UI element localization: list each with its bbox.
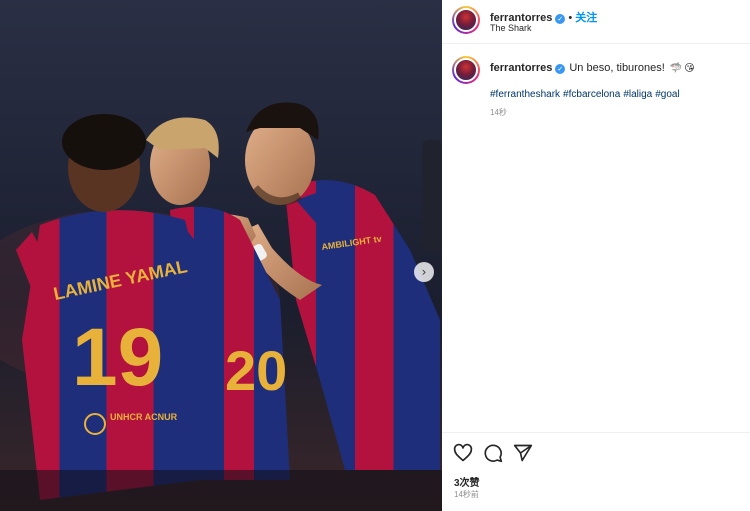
hashtag-link[interactable]: #goal xyxy=(655,89,679,100)
jersey-number-left: 19 xyxy=(72,312,163,403)
photo-illustration: AMBILIGHT tv 20 LAMINE YAMAL 19 UNHCR AC… xyxy=(0,0,442,511)
hashtag-link[interactable]: #fcbarcelona xyxy=(563,89,620,100)
caption-avatar[interactable] xyxy=(452,56,480,84)
next-photo-button[interactable]: › xyxy=(414,262,434,282)
hashtag-link[interactable]: #laliga xyxy=(623,89,652,100)
separator-dot: • xyxy=(568,12,573,24)
heart-icon[interactable] xyxy=(453,443,473,463)
post-photo: AMBILIGHT tv 20 LAMINE YAMAL 19 UNHCR AC… xyxy=(0,0,442,511)
hashtag-list: #ferrantheshark #fcbarcelona #laliga #goal xyxy=(490,89,683,100)
follow-button[interactable]: 关注 xyxy=(575,12,597,24)
jersey-number-mid: 20 xyxy=(225,339,287,402)
hashtag-link[interactable]: #ferrantheshark xyxy=(490,89,560,100)
verified-badge-icon: ✓ xyxy=(555,14,566,24)
post-actions: 3次赞 14秒前 xyxy=(442,432,750,511)
like-count[interactable]: 3次赞 xyxy=(454,474,480,489)
location-label[interactable]: The Shark xyxy=(490,23,532,33)
post-header: ferrantorres ✓ • 关注 The Shark xyxy=(442,0,750,44)
share-icon[interactable] xyxy=(513,443,533,463)
post-timestamp: 14秒前 xyxy=(454,490,479,499)
caption-text: Un beso, tiburones! xyxy=(569,62,665,74)
caption-username[interactable]: ferrantorres xyxy=(490,62,552,74)
verified-badge-icon: ✓ xyxy=(555,64,566,74)
sponsor-text: UNHCR ACNUR xyxy=(110,412,178,422)
post-side-panel: ferrantorres ✓ • 关注 The Shark ferrantorres ✓… xyxy=(442,0,750,511)
shark-emoji-icon: 🦈 xyxy=(669,63,683,74)
avatar[interactable] xyxy=(452,6,480,34)
kiss-face-emoji-icon: 😘 xyxy=(684,63,695,74)
comment-timestamp: 14秒 xyxy=(490,108,507,117)
comment-icon[interactable] xyxy=(483,443,503,463)
